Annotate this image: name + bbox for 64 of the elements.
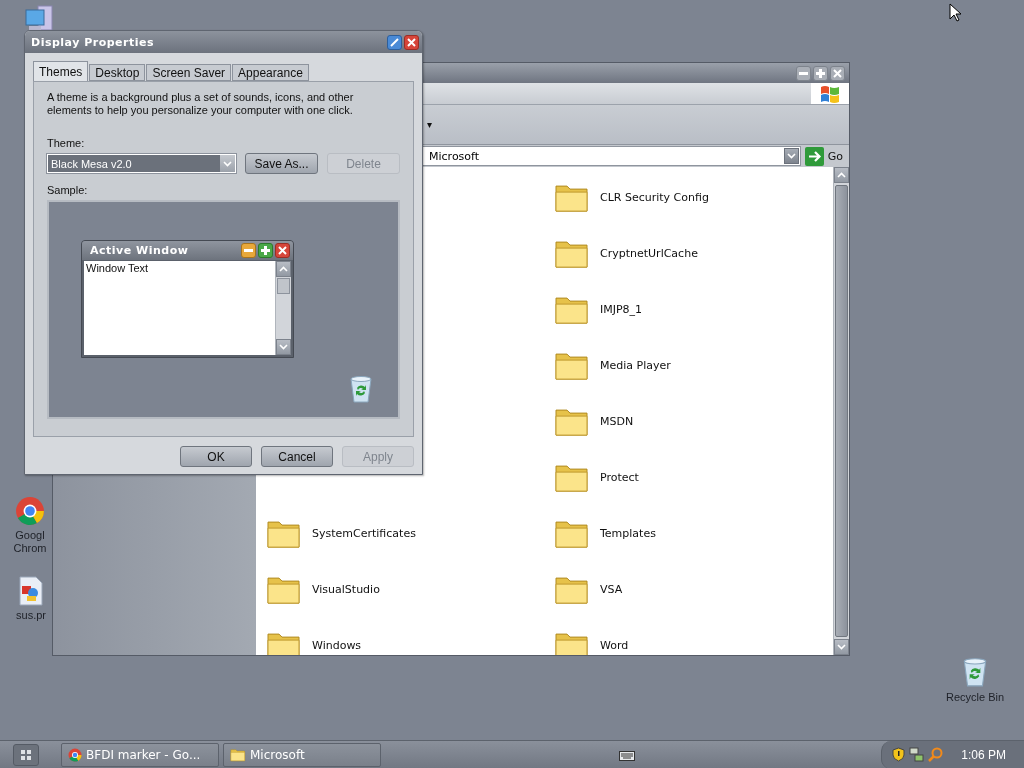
chevron-down-icon <box>223 160 232 167</box>
go-button[interactable]: Go <box>804 146 843 166</box>
scrollbar-thumb[interactable] <box>835 185 848 637</box>
tab[interactable]: Desktop <box>89 64 146 81</box>
plus-icon <box>816 68 825 78</box>
folder-name[interactable]: SystemCertificates <box>312 526 416 540</box>
close-button[interactable] <box>830 65 845 81</box>
window-text: Window Text <box>85 261 150 275</box>
round-app-icon <box>15 496 45 526</box>
help-button[interactable] <box>387 34 402 50</box>
round-app-icon <box>68 747 82 762</box>
minus-icon <box>799 71 808 75</box>
folder-name[interactable]: VisualStudio <box>312 582 380 596</box>
folder-name[interactable]: VSA <box>600 582 623 596</box>
dialog-button[interactable]: Save As... <box>245 153 318 174</box>
icon-label: sus.pr <box>16 609 46 622</box>
dialog-button[interactable]: Cancel <box>261 446 333 467</box>
chevron-down-icon <box>837 644 846 650</box>
dropdown-caret[interactable]: ▾ <box>427 119 432 130</box>
shield-icon[interactable] <box>892 747 906 762</box>
chevron-up-icon <box>837 172 846 178</box>
keyboard-icon[interactable] <box>619 748 636 761</box>
close-icon <box>833 68 842 78</box>
flag-icon <box>819 83 841 104</box>
maximize-button[interactable] <box>813 65 828 81</box>
window-title: Display Properties <box>31 35 155 49</box>
taskbar-button[interactable]: BFDI marker - Go... <box>61 742 219 767</box>
field-label: Theme: <box>47 137 86 149</box>
dialog-button[interactable]: OK <box>180 446 252 467</box>
field-label: Sample: <box>47 184 89 196</box>
clock[interactable]: 1:06 PM <box>961 747 1006 762</box>
start-button[interactable] <box>13 743 39 766</box>
folder-name[interactable]: Templates <box>600 526 656 540</box>
chevron-down-icon <box>279 344 288 350</box>
tab[interactable]: Screen Saver <box>146 64 232 81</box>
folder-name[interactable]: Word <box>600 638 629 652</box>
scrollbar-thumb <box>277 278 290 294</box>
chevron-up-icon <box>279 266 288 272</box>
folder-name[interactable]: Protect <box>600 470 639 484</box>
minimize-button[interactable] <box>796 65 811 81</box>
icon-label: Recycle Bin <box>945 691 1005 704</box>
description-text: A theme is a background plus a set of sounds, icons, and other elements to help you personalize your computer with one click. <box>47 91 355 117</box>
folder-name[interactable]: IMJP8_1 <box>600 302 643 316</box>
grid-icon <box>21 749 31 760</box>
network-icon[interactable] <box>909 747 925 762</box>
folder-name[interactable]: CLR Security Config <box>600 190 709 204</box>
close-button[interactable] <box>404 34 419 50</box>
window-title: Active Window <box>90 244 189 257</box>
image-file-icon <box>19 576 43 606</box>
theme-dropdown[interactable]: Black Mesa v2.0 <box>47 154 236 173</box>
close-icon <box>407 37 416 47</box>
folder-name[interactable]: MSDN <box>600 414 634 428</box>
tab[interactable]: Themes <box>33 61 89 81</box>
folder-name[interactable]: Windows <box>312 638 362 652</box>
folder-icon <box>230 746 246 763</box>
mouse-cursor-icon <box>949 3 961 22</box>
slash-icon <box>390 37 399 47</box>
folder-name[interactable]: Media Player <box>600 358 671 372</box>
chevron-down-icon <box>786 153 796 159</box>
folder-name[interactable]: CryptnetUrlCache <box>600 246 698 260</box>
tab[interactable]: Appearance <box>232 64 309 81</box>
minus-icon <box>244 249 253 252</box>
icon-label: Googl Chrom <box>12 529 48 555</box>
scrollbar[interactable] <box>833 167 849 655</box>
